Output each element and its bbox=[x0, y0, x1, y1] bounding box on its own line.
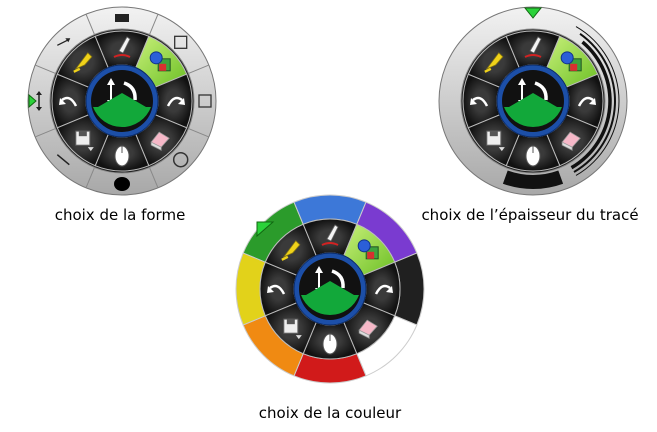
mouse-pointer-icon bbox=[525, 145, 541, 167]
center-hub[interactable] bbox=[293, 252, 367, 326]
caption-color: choix de la couleur bbox=[258, 404, 402, 422]
caption-thickness: choix de l’épaisseur du tracé bbox=[421, 206, 639, 224]
caption-shape: choix de la forme bbox=[54, 206, 186, 224]
thickness-wheel[interactable] bbox=[438, 6, 628, 196]
shape-wheel-graphic[interactable] bbox=[27, 6, 217, 196]
thickness-wheel-graphic[interactable] bbox=[438, 6, 628, 196]
center-hub[interactable] bbox=[85, 64, 159, 138]
color-wheel[interactable] bbox=[235, 194, 425, 384]
shape-wheel[interactable] bbox=[27, 6, 217, 196]
mouse-pointer-icon bbox=[322, 333, 338, 355]
mouse-pointer-icon bbox=[114, 145, 130, 167]
color-wheel-graphic[interactable] bbox=[235, 194, 425, 384]
center-hub[interactable] bbox=[496, 64, 570, 138]
shape-ellipse-filled-icon[interactable] bbox=[114, 177, 130, 191]
shape-line-thick-icon[interactable] bbox=[115, 14, 129, 22]
